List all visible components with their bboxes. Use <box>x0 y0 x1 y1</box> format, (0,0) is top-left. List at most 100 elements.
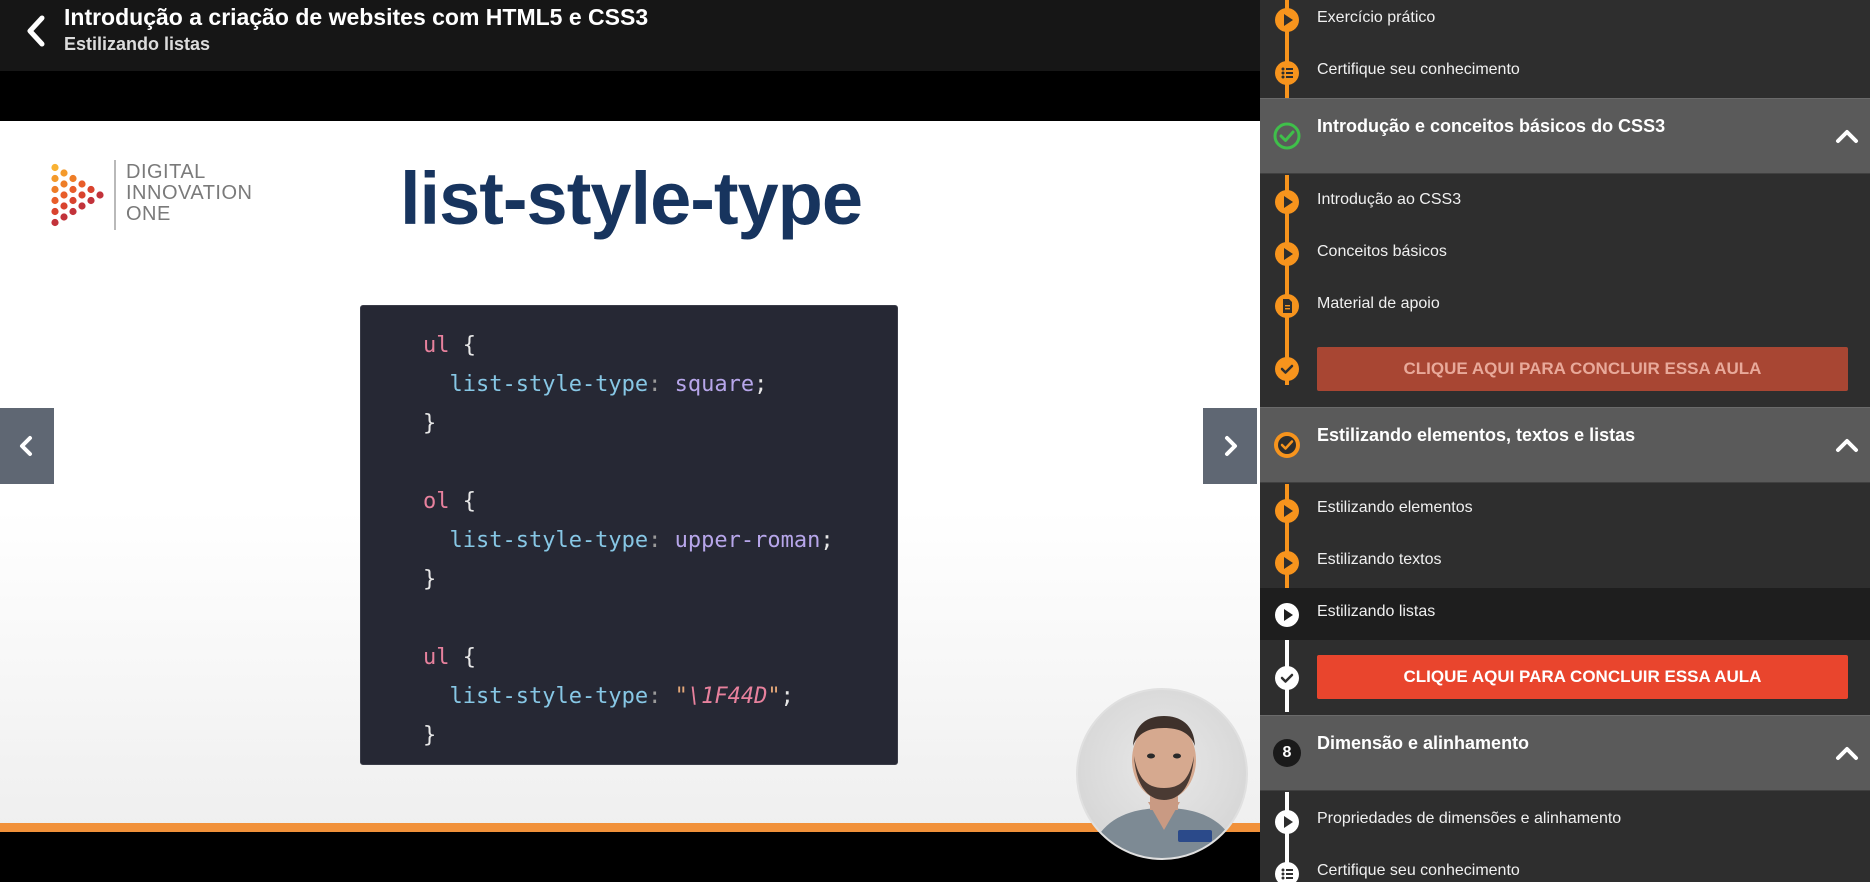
list-icon <box>1275 61 1299 85</box>
lesson-label: Exercício prático <box>1317 9 1436 26</box>
code-token: : <box>648 372 662 397</box>
lesson-item[interactable]: Propriedades de dimensões e alinhamento <box>1260 795 1870 847</box>
code-token: list-style-type <box>423 528 649 553</box>
code-line: ul { <box>423 638 897 677</box>
code-line: list-style-type: "\1F44D"; <box>423 677 897 716</box>
instructor-portrait-icon <box>1089 716 1239 858</box>
code-token: ; <box>780 684 794 709</box>
code-token: ; <box>820 528 834 553</box>
next-slide-button[interactable] <box>1203 408 1257 484</box>
video-player: Introdução a criação de websites com HTM… <box>0 0 1260 882</box>
completed-check-icon <box>1272 121 1302 151</box>
code-token: ul <box>423 645 450 670</box>
slide-heading: list-style-type <box>400 157 863 240</box>
code-token: { <box>449 333 476 358</box>
code-token: " <box>767 684 781 709</box>
digital-innovation-one-logo: DIGITAL INNOVATION ONE <box>50 160 280 240</box>
lesson-label: Certifique seu conhecimento <box>1317 61 1520 78</box>
list-icon <box>1275 862 1299 882</box>
lesson-label: Estilizando textos <box>1317 551 1442 568</box>
logo-mark-icon <box>51 163 104 227</box>
course-sidebar: Exercício prático Certifique seu conheci… <box>1260 0 1870 882</box>
chevron-up-icon[interactable] <box>1832 121 1862 151</box>
code-token: : <box>648 684 662 709</box>
lesson-item[interactable]: Exercício prático <box>1260 0 1870 46</box>
code-line: } <box>423 560 897 599</box>
play-icon <box>1275 810 1299 834</box>
logo-divider <box>114 160 116 230</box>
conclude-lesson-button[interactable]: CLIQUE AQUI PARA CONCLUIR ESSA AULA <box>1317 655 1848 699</box>
check-icon <box>1275 357 1299 381</box>
lesson-label: Certifique seu conhecimento <box>1317 862 1520 879</box>
section-number-badge: 8 <box>1272 738 1302 768</box>
code-token: ol <box>423 489 450 514</box>
code-token: ; <box>754 372 768 397</box>
code-line: list-style-type: square; <box>423 365 897 404</box>
chevron-left-icon <box>27 15 45 47</box>
code-block: ul { list-style-type: square;} ol { list-… <box>360 305 898 765</box>
section-title: Dimensão e alinhamento <box>1317 733 1530 753</box>
chevron-right-icon <box>1225 436 1237 456</box>
code-token: { <box>449 645 476 670</box>
code-token: square <box>661 372 755 397</box>
chevron-left-icon <box>20 436 32 456</box>
back-button[interactable] <box>22 14 52 48</box>
lesson-label: Material de apoio <box>1317 295 1440 312</box>
code-token: upper-roman <box>661 528 821 553</box>
section-number: 8 <box>1282 744 1292 761</box>
code-token: } <box>423 567 437 592</box>
code-token: { <box>449 489 476 514</box>
logo-text: DIGITAL INNOVATION ONE <box>126 162 252 225</box>
lesson-item-active[interactable]: Estilizando listas <box>1260 588 1870 640</box>
section-header[interactable]: Introdução e conceitos básicos do CSS3 <box>1260 98 1870 174</box>
code-line: } <box>423 716 897 755</box>
slide-accent-bar <box>0 823 1260 832</box>
logo-line-1: DIGITAL <box>126 161 206 183</box>
code-line: } <box>423 404 897 443</box>
section-title: Introdução e conceitos básicos do CSS3 <box>1317 116 1666 136</box>
code-line: ol { <box>423 482 897 521</box>
code-token: list-style-type <box>423 684 649 709</box>
chevron-up-icon[interactable] <box>1832 738 1862 768</box>
lesson-item[interactable]: Material de apoio <box>1260 280 1870 332</box>
lesson-label: Propriedades de dimensões e alinhamento <box>1317 810 1622 827</box>
conclude-lesson-button[interactable]: CLIQUE AQUI PARA CONCLUIR ESSA AULA <box>1317 347 1848 391</box>
top-bar: Introdução a criação de websites com HTM… <box>0 0 1260 71</box>
lesson-item[interactable]: Certifique seu conhecimento <box>1260 46 1870 98</box>
previous-slide-button[interactable] <box>0 408 54 484</box>
play-icon <box>1275 551 1299 575</box>
section-header[interactable]: 8 Dimensão e alinhamento <box>1260 715 1870 791</box>
document-icon <box>1275 294 1299 318</box>
lesson-label: Introdução ao CSS3 <box>1317 191 1462 208</box>
play-icon <box>1275 603 1299 627</box>
section-header[interactable]: Estilizando elementos, textos e listas <box>1260 407 1870 483</box>
lesson-label: Estilizando elementos <box>1317 499 1473 516</box>
lesson-item[interactable]: Introdução ao CSS3 <box>1260 176 1870 228</box>
play-icon <box>1275 242 1299 266</box>
in-progress-check-icon <box>1272 430 1302 460</box>
chevron-up-icon[interactable] <box>1832 430 1862 460</box>
lesson-item[interactable]: Conceitos básicos <box>1260 228 1870 280</box>
lesson-label: Estilizando listas <box>1317 603 1436 620</box>
play-icon <box>1275 499 1299 523</box>
play-icon <box>1275 190 1299 214</box>
code-token: } <box>423 723 437 748</box>
lesson-label: Conceitos básicos <box>1317 243 1447 260</box>
code-line: ul { <box>423 326 897 365</box>
lesson-item[interactable]: Estilizando textos <box>1260 536 1870 588</box>
lesson-item[interactable]: Estilizando elementos <box>1260 484 1870 536</box>
logo-line-2: INNOVATION <box>126 182 253 204</box>
lesson-item[interactable]: Certifique seu conhecimento <box>1260 847 1870 882</box>
lesson-subtitle: Estilizando listas <box>64 34 211 54</box>
code-token: ul <box>423 333 450 358</box>
course-title: Introdução a criação de websites com HTM… <box>64 4 649 30</box>
code-token: " <box>661 684 688 709</box>
code-line: list-style-type: upper-roman; <box>423 521 897 560</box>
code-token: list-style-type <box>423 372 649 397</box>
instructor-webcam <box>1076 688 1248 860</box>
logo-line-3: ONE <box>126 203 171 225</box>
lesson-slide: DIGITAL INNOVATION ONE list-style-type u… <box>0 121 1260 828</box>
play-icon <box>1275 8 1299 32</box>
